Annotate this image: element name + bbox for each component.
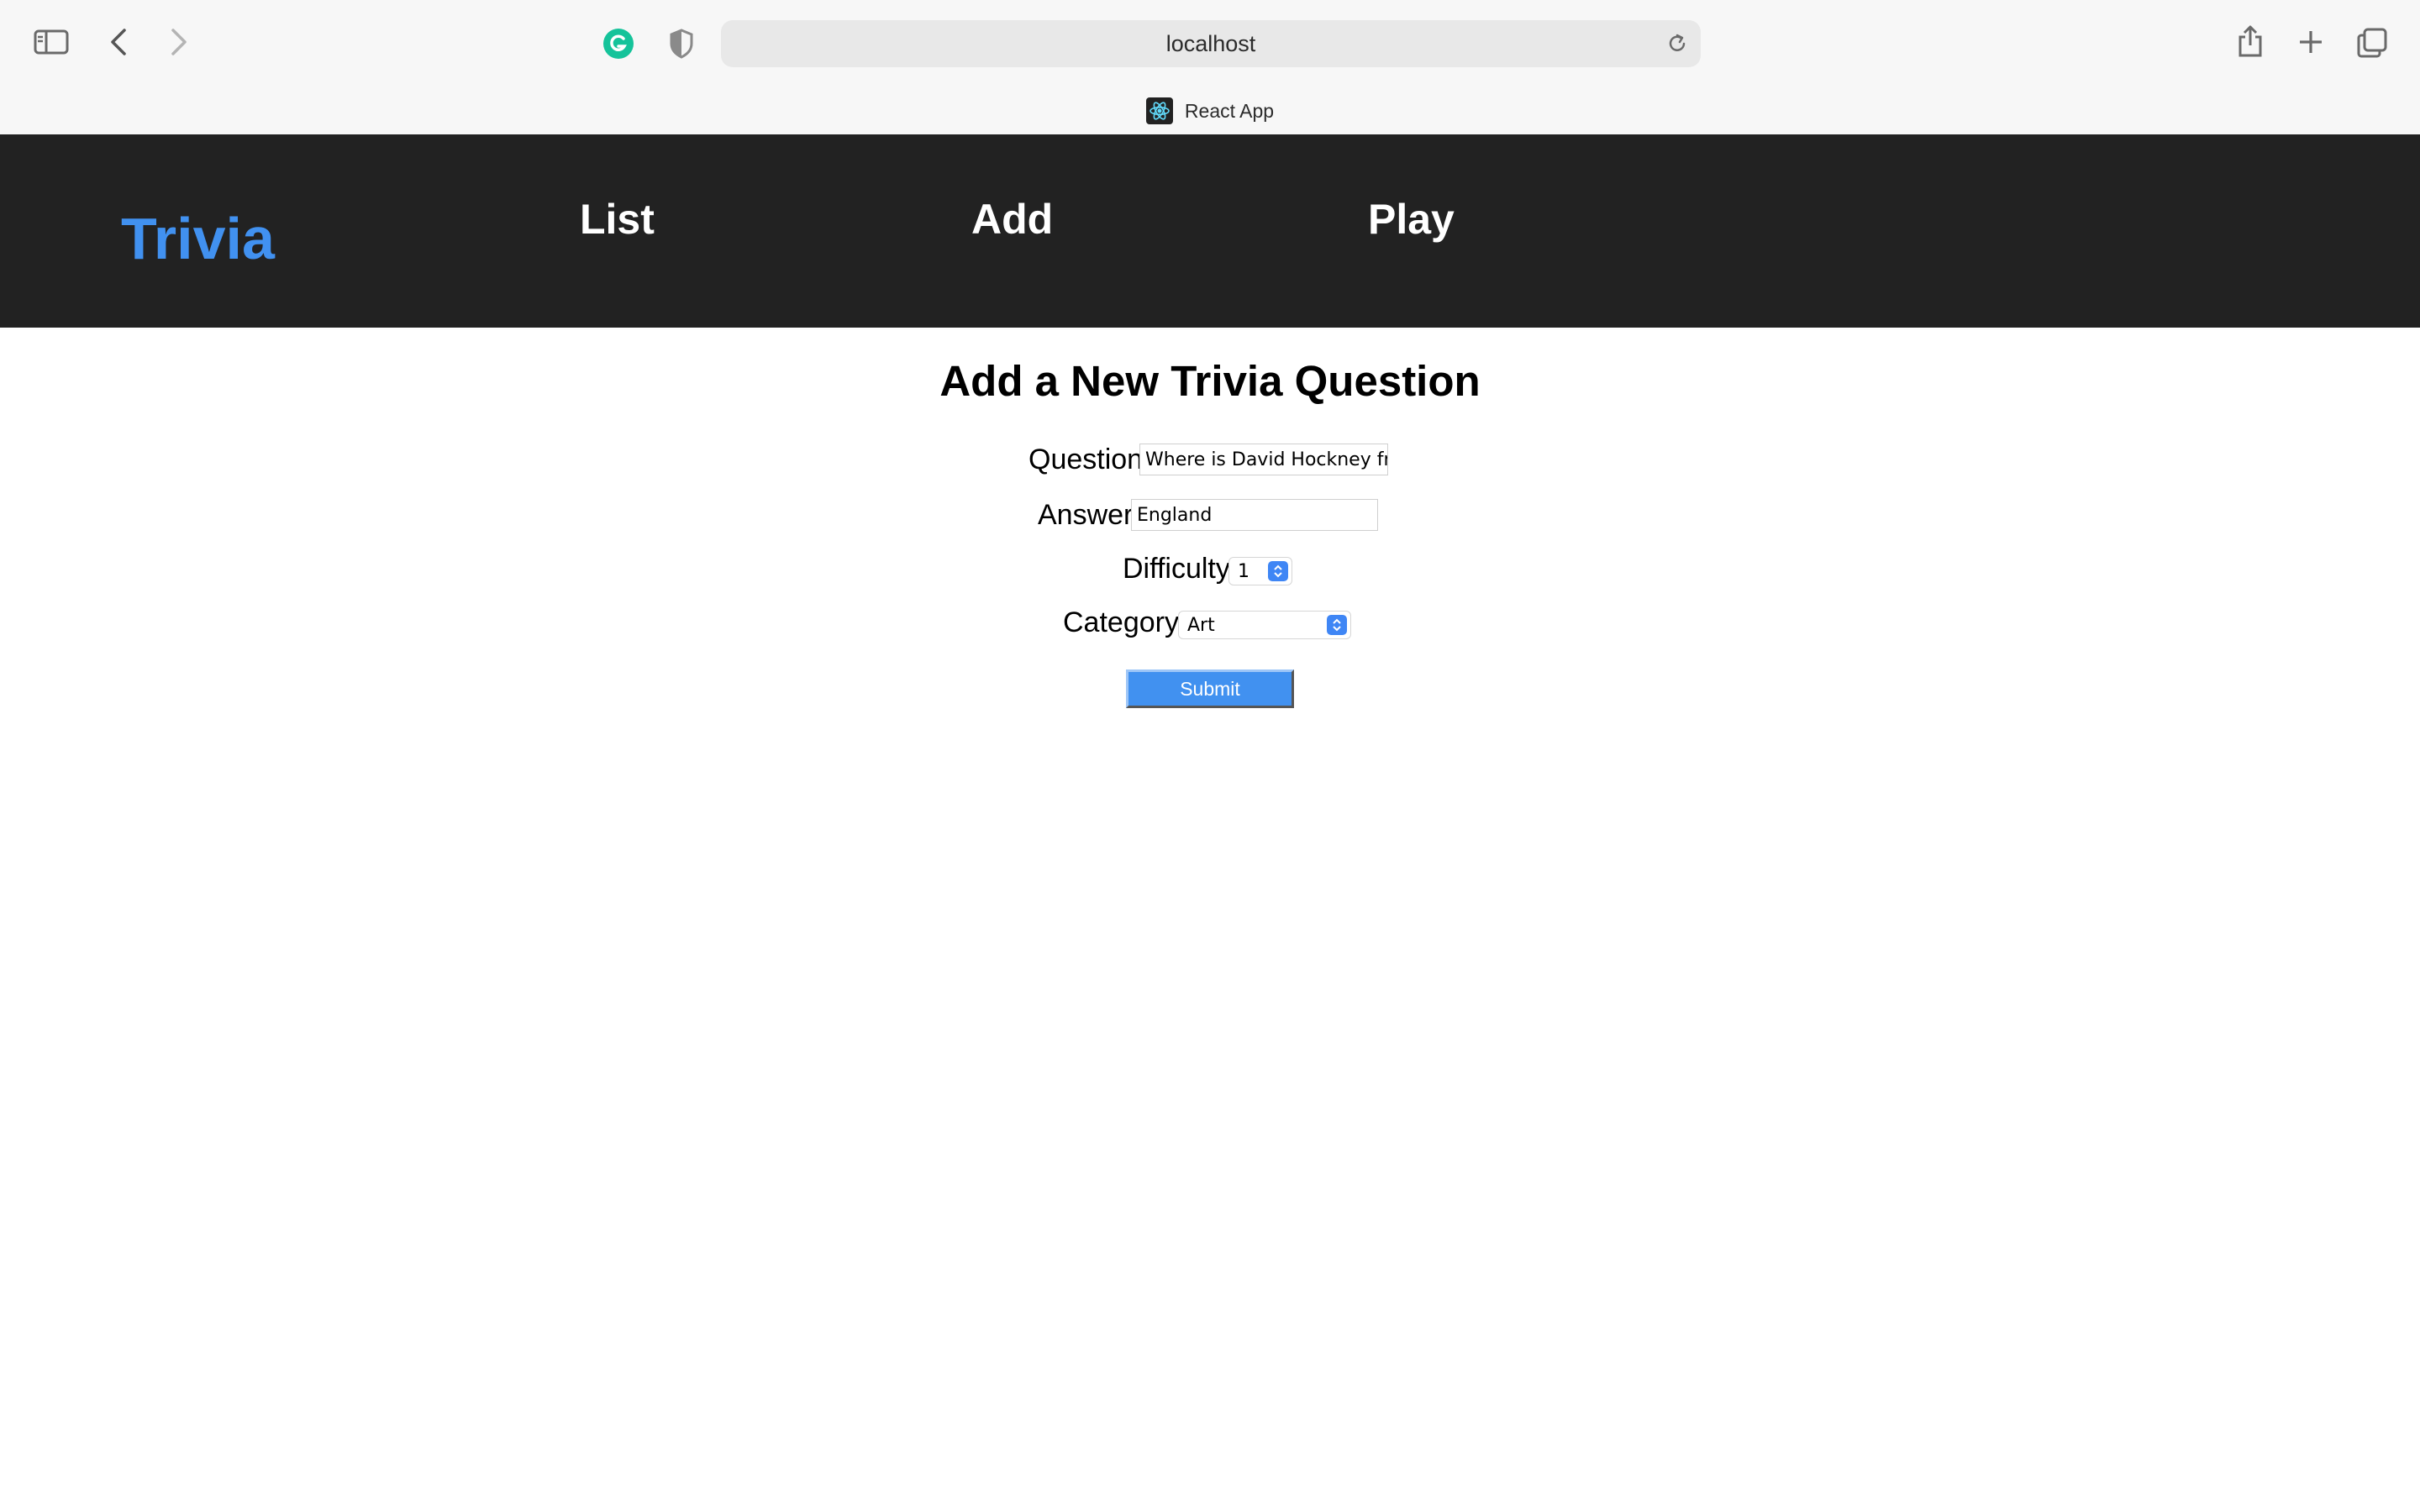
- difficulty-select[interactable]: 1: [1228, 557, 1292, 585]
- submit-button[interactable]: Submit: [1126, 669, 1294, 708]
- question-input[interactable]: Where is David Hockney from?: [1139, 444, 1388, 475]
- nav-play[interactable]: Play: [1368, 195, 1455, 244]
- forward-icon[interactable]: [165, 25, 193, 59]
- reload-icon[interactable]: [1665, 32, 1689, 55]
- select-arrows-icon: [1268, 561, 1288, 581]
- grammarly-icon[interactable]: [602, 27, 635, 60]
- react-icon: [1145, 97, 1173, 124]
- new-tab-icon[interactable]: [2294, 25, 2328, 59]
- question-label: Question: [1028, 444, 1144, 475]
- browser-toolbar: localhost React App: [0, 0, 2420, 134]
- tabs-overview-icon[interactable]: [2354, 25, 2390, 60]
- url-text: localhost: [1165, 30, 1256, 56]
- tab-title: React App: [1184, 99, 1275, 122]
- address-bar[interactable]: localhost: [721, 20, 1701, 67]
- active-tab[interactable]: React App: [0, 94, 2420, 128]
- brand-title[interactable]: Trivia: [121, 205, 275, 272]
- page-title: Add a New Trivia Question: [939, 357, 1481, 405]
- nav-list[interactable]: List: [580, 195, 655, 244]
- sidebar-icon[interactable]: [32, 25, 71, 59]
- select-arrows-icon: [1327, 615, 1347, 635]
- answer-input[interactable]: England: [1131, 499, 1378, 531]
- shield-icon[interactable]: [666, 27, 697, 60]
- nav-add[interactable]: Add: [971, 195, 1053, 244]
- share-icon[interactable]: [2233, 22, 2267, 60]
- app-header: Trivia List Add Play: [0, 134, 2420, 328]
- category-value: Art: [1187, 614, 1215, 636]
- category-select[interactable]: Art: [1178, 611, 1351, 639]
- difficulty-label: Difficulty: [1123, 553, 1230, 585]
- back-icon[interactable]: [104, 25, 133, 59]
- category-label: Category: [1063, 606, 1179, 638]
- difficulty-value: 1: [1238, 560, 1249, 582]
- answer-label: Answer: [1038, 499, 1134, 531]
